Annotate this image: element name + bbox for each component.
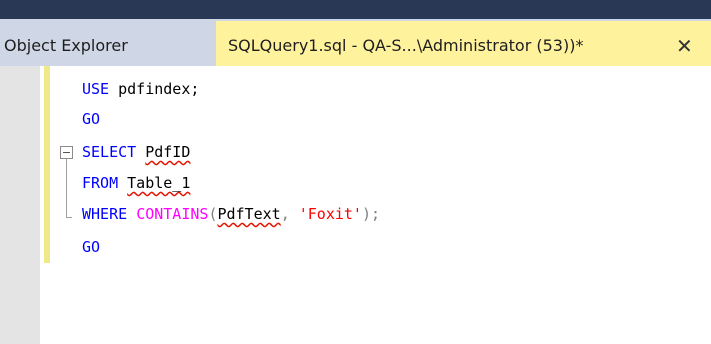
keyword-use: USE xyxy=(82,80,110,98)
column-identifier: PdfID xyxy=(145,143,191,161)
column-identifier: PdfText xyxy=(217,205,281,223)
title-strip xyxy=(0,0,711,19)
tab-object-explorer[interactable]: Object Explorer xyxy=(0,19,210,66)
code-line-4: FROM Table_1 xyxy=(82,172,190,194)
code-line-3: SELECT PdfID xyxy=(82,141,190,163)
collapse-icon[interactable] xyxy=(60,146,73,159)
tab-sqlquery1-label: SQLQuery1.sql - QA-S...\Administrator (5… xyxy=(228,36,584,55)
code-line-2: GO xyxy=(82,108,100,130)
editor-left-margin xyxy=(0,66,40,344)
code-line-1: USE pdfindex; xyxy=(82,78,199,100)
code-line-6: GO xyxy=(82,236,100,258)
table-identifier: Table_1 xyxy=(127,174,191,192)
function-contains: CONTAINS xyxy=(136,205,209,223)
keyword-from: FROM xyxy=(82,174,119,192)
keyword-where: WHERE xyxy=(82,205,128,223)
fold-guide xyxy=(66,159,67,217)
code-line-5: WHERE CONTAINS(PdfText, 'Foxit'); xyxy=(82,203,380,225)
fold-guide-end xyxy=(66,217,72,218)
tab-sqlquery1[interactable]: SQLQuery1.sql - QA-S...\Administrator (5… xyxy=(216,21,711,66)
keyword-go: GO xyxy=(82,238,101,256)
string-literal: 'Foxit' xyxy=(298,205,362,223)
keyword-select: SELECT xyxy=(82,143,137,161)
tab-object-explorer-label: Object Explorer xyxy=(4,36,128,55)
keyword-go: GO xyxy=(82,110,101,128)
database-name: pdfindex; xyxy=(109,80,200,98)
close-icon[interactable]: ✕ xyxy=(676,34,693,58)
comma: , xyxy=(280,205,299,223)
close-paren: ); xyxy=(361,205,381,223)
